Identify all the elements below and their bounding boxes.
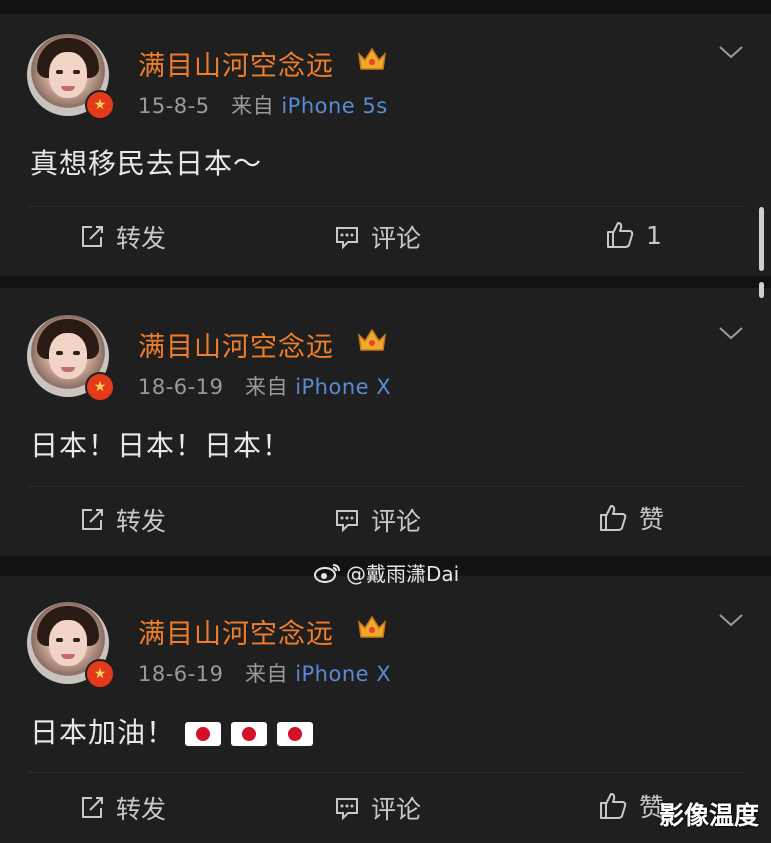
weibo-handle: @戴雨潇Dai xyxy=(346,562,460,586)
source-label: 来自 xyxy=(231,94,275,118)
like-count: 1 xyxy=(646,220,662,250)
post-date: 15-8-5 xyxy=(138,94,210,118)
like-button[interactable]: 赞 xyxy=(597,500,664,536)
source-label: 来自 xyxy=(245,662,288,686)
scrollbar-thumb-lower[interactable] xyxy=(759,282,764,298)
source-label: 来自 xyxy=(245,375,288,399)
scrollbar-thumb[interactable] xyxy=(759,207,764,271)
thumbs-up-icon xyxy=(607,222,634,248)
crown-icon xyxy=(357,615,387,638)
post-meta: 15-8-5 来自 iPhone 5s xyxy=(138,90,388,120)
comment-icon xyxy=(336,227,358,250)
device-link[interactable]: iPhone X xyxy=(295,375,391,399)
username[interactable]: 满目山河空念远 xyxy=(138,612,334,651)
divider xyxy=(28,772,743,773)
post-card-1[interactable]: ★ 满目山河空念远 15-8-5 来自 iPhone 5s 真想移民去日本～ 转… xyxy=(0,14,771,276)
corner-watermark: 影像温度 xyxy=(658,801,759,830)
weibo-logo-icon xyxy=(314,563,340,583)
comment-button[interactable]: 评论 xyxy=(333,219,421,255)
device-link[interactable]: iPhone 5s xyxy=(281,94,387,118)
repost-label: 转发 xyxy=(116,224,167,253)
japan-flag-icon xyxy=(277,722,314,746)
thumbs-up-icon xyxy=(600,793,627,819)
japan-flag-icon xyxy=(231,722,268,746)
post-text-body: 日本加油！ xyxy=(30,716,176,749)
post-card-3[interactable]: ★ 满目山河空念远 18-6-19 来自 iPhone X 日本加油！ 转发 评… xyxy=(0,576,771,843)
repost-icon xyxy=(82,509,103,530)
repost-icon xyxy=(82,797,103,818)
verified-badge-icon: ★ xyxy=(85,90,115,120)
username[interactable]: 满目山河空念远 xyxy=(138,325,334,364)
post-text: 日本！日本！日本！ xyxy=(30,429,292,462)
chevron-down-icon[interactable] xyxy=(718,325,744,341)
post-meta: 18-6-19 来自 iPhone X xyxy=(138,371,391,401)
comment-button[interactable]: 评论 xyxy=(333,790,421,826)
repost-button[interactable]: 转发 xyxy=(78,790,166,826)
username[interactable]: 满目山河空念远 xyxy=(138,44,334,83)
japan-flag-icon xyxy=(185,722,222,746)
repost-label: 转发 xyxy=(116,795,167,824)
post-card-2[interactable]: ★ 满目山河空念远 18-6-19 来自 iPhone X 日本！日本！日本！ … xyxy=(0,288,771,556)
chevron-down-icon[interactable] xyxy=(718,612,744,628)
post-meta: 18-6-19 来自 iPhone X xyxy=(138,658,391,688)
repost-label: 转发 xyxy=(116,507,167,536)
crown-icon xyxy=(357,328,387,351)
post-date: 18-6-19 xyxy=(138,375,224,399)
divider xyxy=(28,486,743,487)
comment-label: 评论 xyxy=(371,507,422,536)
repost-button[interactable]: 转发 xyxy=(78,219,166,255)
like-label: 赞 xyxy=(639,505,665,534)
device-link[interactable]: iPhone X xyxy=(295,662,391,686)
thumbs-up-icon xyxy=(600,505,627,531)
repost-button[interactable]: 转发 xyxy=(78,502,166,538)
post-date: 18-6-19 xyxy=(138,662,224,686)
comment-label: 评论 xyxy=(371,795,422,824)
post-text: 日本加油！ xyxy=(30,711,314,751)
like-button[interactable]: 赞 xyxy=(597,788,664,824)
crown-icon xyxy=(357,47,387,70)
like-button[interactable]: 1 xyxy=(604,219,662,251)
repost-icon xyxy=(82,226,103,247)
comment-label: 评论 xyxy=(371,224,422,253)
verified-badge-icon: ★ xyxy=(85,372,115,402)
weibo-watermark: @戴雨潇Dai xyxy=(314,558,459,587)
divider xyxy=(28,206,743,207)
verified-badge-icon: ★ xyxy=(85,659,115,689)
comment-icon xyxy=(336,798,358,821)
post-text: 真想移民去日本～ xyxy=(30,147,263,180)
chevron-down-icon[interactable] xyxy=(718,44,744,60)
comment-icon xyxy=(336,510,358,533)
comment-button[interactable]: 评论 xyxy=(333,502,421,538)
